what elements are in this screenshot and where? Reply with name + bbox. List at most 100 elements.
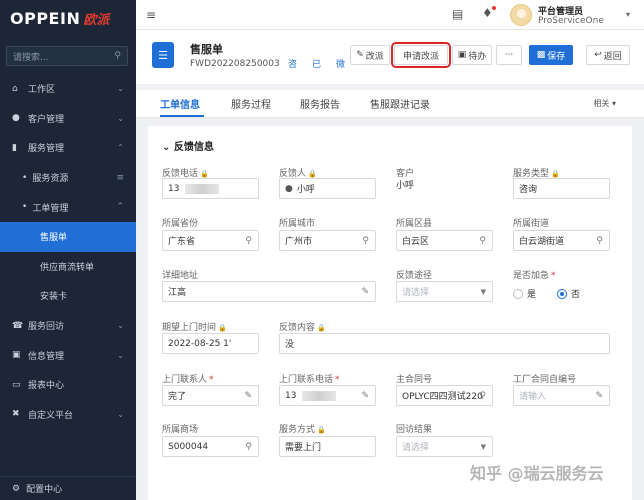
contact-phone-field[interactable]: 13 ✎ (279, 385, 376, 406)
main-contract-field[interactable]: OPLYC四四测试220 ⚲ (396, 385, 493, 406)
watermark: 知乎 @瑞云服务云 (470, 464, 604, 483)
sidebar-item-label: 服务资源 (32, 174, 69, 185)
lock-icon: 🔒 (317, 324, 326, 332)
caret-down-icon: ▼ (480, 442, 486, 451)
back-button[interactable]: ↩ 返回 (586, 45, 630, 65)
lock-icon: 🔒 (200, 170, 209, 178)
street-field[interactable]: 白云湖街道 ⚲ (513, 230, 610, 251)
tab-service-report[interactable]: 服务报告 (300, 96, 340, 111)
sidebar-item-label: 工作区 (28, 85, 56, 96)
bullet-icon: • (22, 172, 28, 183)
button-label: 申请改派 (402, 51, 439, 62)
user-org: ProServiceOne (538, 16, 604, 26)
service-mode-field[interactable]: 需要上门 (279, 436, 376, 457)
visit-result-select[interactable]: 请选择 ▼ (396, 436, 493, 457)
sidebar-item-workspace[interactable]: ⌂ 工作区 ⌄ (0, 74, 136, 104)
brand-logo[interactable]: OPPEIN 欧派 (0, 0, 136, 36)
feedback-phone-field[interactable]: 13 (162, 178, 259, 199)
search-icon: ⚲ (479, 235, 486, 246)
chevron-up-icon: ⌃ (117, 143, 124, 153)
menu-toggle-icon[interactable]: ≡ (146, 8, 156, 22)
sidebar-item-info-management[interactable]: ▣ 信息管理 ⌄ (0, 340, 136, 370)
more-button[interactable]: ··· (496, 45, 522, 65)
main-contract-label: 主合同号 (396, 375, 433, 385)
button-label: 待办 (468, 51, 487, 62)
factory-contract-field[interactable]: 请输入 ✎ (513, 385, 610, 406)
sidebar-item-label: 服务回访 (28, 322, 65, 333)
chevron-up-icon: ⌃ (116, 202, 124, 213)
page-title: 售服单 (190, 43, 223, 56)
sidebar-item-label: 服务管理 (28, 144, 65, 155)
tag-badge: 已 (312, 60, 322, 70)
sidebar-item-service-order[interactable]: 售服单 (0, 221, 136, 252)
radio-circle (513, 288, 523, 299)
edit-icon: ✎ (244, 390, 252, 401)
feedback-content-field[interactable]: 没 (279, 333, 610, 354)
button-label: 保存 (547, 51, 566, 62)
sidebar-item-label: 信息管理 (28, 351, 65, 362)
sidebar-item-service-resources[interactable]: • 服务资源 ≡ (0, 163, 136, 193)
search-icon: ⚲ (245, 235, 252, 246)
section-title[interactable]: ⌄ 反馈信息 (162, 138, 214, 153)
tab-bar: 工单信息 服务过程 服务报告 售服跟进记录 相关 ▾ (136, 90, 644, 118)
sidebar-item-reports[interactable]: ▭ 报表中心 (0, 370, 136, 400)
search-icon: ⚲ (596, 235, 603, 246)
factory-contract-label: 工厂合同自编号 (513, 375, 577, 385)
urgent-yes-radio[interactable]: 是 (513, 287, 536, 300)
address-field[interactable]: 江高 ✎ (162, 281, 376, 302)
chevron-down-icon[interactable]: ▾ (626, 10, 630, 19)
province-field[interactable]: 广东省 ⚲ (162, 230, 259, 251)
urgent-no-radio[interactable]: 否 (557, 287, 580, 300)
avatar[interactable] (510, 4, 532, 26)
masked-text (185, 183, 220, 194)
dealer-label: 所属商场 (162, 425, 199, 435)
sidebar-config-center[interactable]: ⚙ 配置中心 (0, 476, 136, 500)
district-field[interactable]: 白云区 ⚲ (396, 230, 493, 251)
feedback-person-field[interactable]: ● 小呼 (279, 178, 376, 199)
related-dropdown[interactable]: 相关 ▾ (593, 98, 616, 109)
sidebar-item-supplier-transfer[interactable]: 供应商流转单 (0, 252, 136, 282)
tools-icon: ✖ (12, 409, 20, 420)
pending-button[interactable]: ▣ 待办 (452, 45, 492, 65)
document-icon[interactable]: ▤ (452, 7, 463, 21)
notification-dot (492, 6, 496, 10)
more-icon: ··· (504, 50, 514, 60)
feedback-channel-select[interactable]: 请选择 ▼ (396, 281, 493, 302)
button-label: 返回 (603, 51, 622, 62)
expected-time-label: 期望上门时间 🔒 (162, 323, 227, 333)
chevron-down-icon: ⌄ (117, 113, 124, 123)
sidebar-item-label: 报表中心 (28, 381, 65, 392)
service-mode-label: 服务方式 🔒 (279, 425, 326, 435)
tab-service-process[interactable]: 服务过程 (231, 96, 271, 111)
active-tab-indicator (160, 115, 204, 117)
sidebar-item-label: 供应商流转单 (40, 262, 95, 273)
sidebar-item-service-management[interactable]: ▮ 服务管理 ⌃ (0, 133, 136, 163)
tag-badge: 微 (336, 60, 346, 70)
chevron-down-icon: ⌄ (117, 409, 124, 419)
dealer-field[interactable]: S000044 ⚲ (162, 436, 259, 457)
customer-value: 小呼 (396, 181, 415, 191)
contact-person-label: 上门联系人 * (162, 375, 214, 385)
order-code: FWD202208250003 (190, 59, 280, 69)
expected-time-field[interactable]: 2022-08-25 1' (162, 333, 259, 354)
apply-change-dispatch-button[interactable]: 申请改派 (391, 42, 451, 68)
visit-result-label: 回访结果 (396, 425, 433, 435)
sidebar-search-input[interactable]: 请搜索... ⚲ (6, 46, 128, 66)
home-icon: ⌂ (12, 83, 18, 94)
service-type-field[interactable]: 咨询 (513, 178, 610, 199)
contact-person-field[interactable]: 完了 ✎ (162, 385, 259, 406)
sidebar-item-install-card[interactable]: 安装卡 (0, 281, 136, 311)
gear-icon: ⚙ (12, 483, 21, 494)
sidebar-item-custom-platform[interactable]: ✖ 自定义平台 ⌄ (0, 400, 136, 430)
sidebar-item-customers[interactable]: ● 客户管理 ⌄ (0, 104, 136, 134)
change-dispatch-button[interactable]: ✎ 改派 (350, 45, 390, 65)
sidebar-item-ticket-management[interactable]: • 工单管理 ⌃ (0, 192, 136, 222)
sidebar-item-return-visit[interactable]: ☎ 服务回访 ⌄ (0, 311, 136, 341)
top-bar: ≡ ▤ ♦ 平台管理员 ProServiceOne ▾ (136, 0, 644, 30)
monitor-icon: ▭ (12, 379, 21, 390)
city-field[interactable]: 广州市 ⚲ (279, 230, 376, 251)
save-button[interactable]: ▩ 保存 (529, 45, 573, 65)
tab-ticket-info[interactable]: 工单信息 (160, 96, 200, 111)
sidebar-item-label: 安装卡 (40, 292, 68, 303)
tab-followup-records[interactable]: 售服跟进记录 (370, 96, 430, 111)
